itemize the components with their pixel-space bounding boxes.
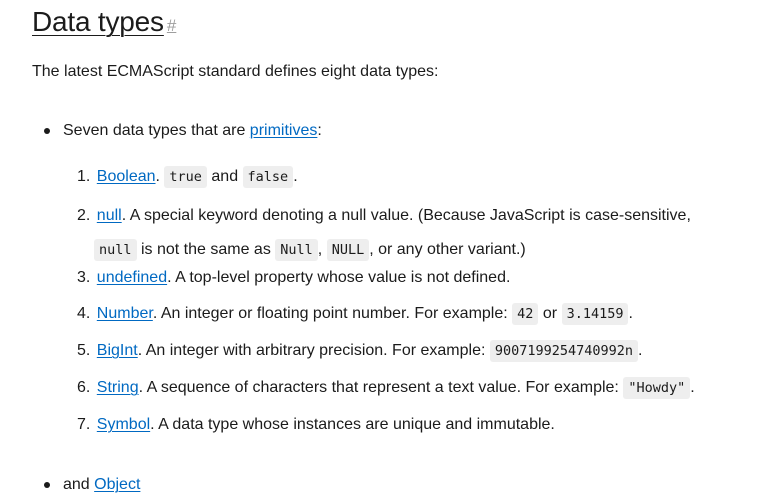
item-text: , or any other variant.): [369, 241, 526, 258]
primitives-link[interactable]: primitives: [250, 122, 318, 140]
item-text: is not the same as: [140, 241, 271, 258]
item-text: .: [293, 168, 298, 185]
bullet-suffix: :: [317, 122, 322, 139]
item-text: .: [690, 379, 695, 396]
undefined-link[interactable]: undefined: [97, 269, 167, 286]
code-Null: Null: [275, 239, 318, 261]
item-text: . An integer with arbitrary precision. F…: [137, 342, 486, 359]
list-item-primitives: Seven data types that are primitives:: [44, 122, 322, 140]
item-number: 4.: [77, 305, 91, 322]
list-item-bigint: 5. BigInt. An integer with arbitrary pre…: [77, 336, 757, 366]
string-link[interactable]: String: [97, 379, 139, 396]
item-text: . A top-level property whose value is no…: [167, 269, 511, 286]
code-false: false: [242, 166, 294, 188]
object-link[interactable]: Object: [94, 476, 140, 494]
item-text: . An integer or floating point number. F…: [152, 305, 508, 322]
anchor-link[interactable]: #: [167, 16, 176, 36]
list-item-boolean: 1. Boolean. true and false.: [77, 162, 757, 192]
bigint-link[interactable]: BigInt: [97, 342, 138, 359]
bullet-text: and: [63, 476, 95, 493]
item-text: or: [542, 305, 558, 322]
number-link[interactable]: Number: [97, 305, 153, 322]
code-42: 42: [512, 303, 539, 325]
code-true: true: [164, 166, 207, 188]
item-number: 6.: [77, 379, 91, 396]
list-item-symbol: 7. Symbol. A data type whose instances a…: [77, 410, 757, 440]
item-number: 2.: [77, 207, 91, 224]
list-item-string: 6. String. A sequence of characters that…: [77, 373, 757, 403]
code-pi: 3.14159: [561, 303, 629, 325]
item-text: . A data type whose instances are unique…: [150, 416, 555, 433]
symbol-link[interactable]: Symbol: [97, 416, 150, 433]
bullet-text: Seven data types that are: [63, 122, 250, 139]
item-text: .: [155, 168, 160, 185]
item-number: 7.: [77, 416, 91, 433]
bullet-icon: [44, 128, 50, 134]
item-number: 1.: [77, 168, 91, 185]
null-link[interactable]: null: [97, 207, 122, 224]
list-item-null: 2. null. A special keyword denoting a nu…: [77, 199, 757, 267]
item-number: 5.: [77, 342, 91, 359]
code-NULL: NULL: [326, 239, 370, 261]
list-item-number: 4. Number. An integer or floating point …: [77, 299, 757, 329]
code-bigint: 9007199254740992n: [489, 340, 639, 362]
item-text: ,: [317, 241, 323, 258]
boolean-link[interactable]: Boolean: [97, 168, 156, 185]
item-text: .: [628, 305, 633, 322]
list-item-object: and Object: [44, 476, 140, 494]
code-null: null: [94, 239, 137, 261]
intro-paragraph: The latest ECMAScript standard defines e…: [32, 63, 439, 80]
item-text: and: [211, 168, 239, 185]
bullet-icon: [44, 482, 50, 488]
code-howdy: "Howdy": [623, 377, 691, 399]
item-text: .: [638, 342, 643, 359]
item-text: . A special keyword denoting a null valu…: [121, 207, 691, 224]
section-title[interactable]: Data types: [32, 6, 164, 38]
list-item-undefined: 3. undefined. A top-level property whose…: [77, 263, 757, 293]
item-number: 3.: [77, 269, 91, 286]
item-text: . A sequence of characters that represen…: [138, 379, 619, 396]
section-heading: Data types #: [32, 6, 176, 38]
